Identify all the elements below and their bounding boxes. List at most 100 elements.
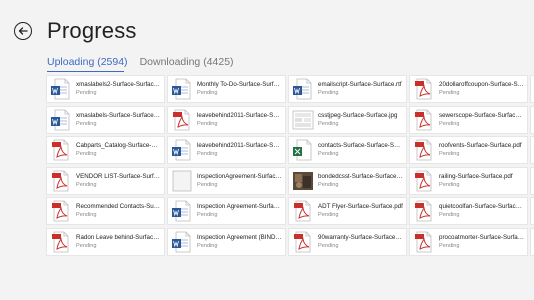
file-status: Pending — [439, 181, 460, 188]
pdf-file-icon — [413, 109, 435, 131]
image-file-icon — [292, 109, 314, 131]
file-tile[interactable]: emailscript-Surface-Surface.rtf Pending — [288, 75, 407, 103]
file-status: Pending — [318, 242, 339, 249]
word-file-icon — [171, 139, 193, 161]
pdf-file-icon — [413, 78, 435, 100]
file-status: Pending — [318, 151, 339, 157]
file-tile[interactable]: contacts-Surface-Surface-Surfac... Pendin… — [288, 136, 407, 164]
photo-file-icon — [292, 170, 314, 192]
file-tile-partial[interactable] — [530, 197, 534, 225]
file-tile[interactable]: VENDOR LIST-Surface-Surface.pdfPending — [46, 166, 165, 195]
file-tile[interactable]: Inspection Agreement-Surface-S... Pending — [167, 197, 286, 225]
file-status: Pending — [76, 212, 97, 218]
file-name: leavebehind2011-Surface-Surfac... — [197, 111, 282, 119]
word-file-icon — [171, 200, 193, 222]
file-status: Pending — [76, 242, 97, 249]
file-name: 20dollaroffcoupon-Surface-Surf... — [439, 81, 524, 88]
back-arrow-icon — [18, 27, 28, 35]
excel-file-icon — [292, 139, 314, 161]
file-status: Pending — [197, 181, 218, 188]
word-file-icon — [50, 78, 72, 100]
word-file-icon — [50, 109, 72, 131]
file-status: Pending — [197, 90, 218, 96]
file-name: quietcoolfan-Surface-Surface.pdf — [439, 203, 524, 210]
file-tile[interactable]: roofvents-Surface-Surface.pdf Pending — [409, 136, 528, 164]
file-tile[interactable]: Recommended Contacts-Surfac... Pending — [46, 197, 165, 225]
file-tile[interactable]: railing-Surface-Surface.pdf Pending — [409, 166, 528, 195]
file-status: Pending — [318, 181, 339, 188]
file-name: Monthly To-Do-Surface-Surface... — [197, 81, 282, 88]
tab-uploading[interactable]: Uploading (2594) — [47, 56, 128, 68]
file-name: emailscript-Surface-Surface.rtf — [318, 81, 402, 88]
file-tile[interactable]: procoatmorter-Surface-Surface.... Pending — [409, 227, 528, 256]
file-name: InspectionAgreement-Surface-S... — [197, 172, 282, 180]
file-status: Pending — [76, 181, 97, 188]
pdf-file-icon — [413, 231, 435, 253]
file-name: procoatmorter-Surface-Surface.... — [439, 233, 524, 241]
file-status: Pending — [76, 151, 97, 157]
file-tile[interactable]: ADT Flyer-Surface-Surface.pdf Pending — [288, 197, 407, 225]
pdf-file-icon — [50, 200, 72, 222]
file-name: VENDOR LIST-Surface-Surface.pdf — [76, 172, 161, 180]
blank-file-icon — [171, 170, 193, 192]
pdf-file-icon — [413, 139, 435, 161]
file-tile[interactable]: leavebehind2011-Surface-Surfac... Pending — [167, 136, 286, 164]
file-status: Pending — [439, 242, 460, 249]
file-name: Recommended Contacts-Surfac... — [76, 203, 161, 210]
file-tile[interactable]: Radon Leave behind-Surface-Su...Pending — [46, 227, 165, 256]
page-title: Progress — [47, 18, 137, 43]
file-status: Pending — [439, 90, 460, 96]
active-tab-indicator — [47, 71, 124, 72]
file-tile[interactable]: bondedcsst-Surface-Surface.jpg Pending — [288, 166, 407, 195]
file-tile-partial[interactable] — [530, 75, 534, 103]
file-tile-partial[interactable] — [530, 166, 534, 195]
pdf-file-icon — [50, 170, 72, 192]
file-name: sewerscope-Surface-Surface.pdf — [439, 111, 524, 119]
file-name: csstjpeg-Surface-Surface.jpg — [318, 111, 398, 119]
file-name: xmaslabels2-Surface-Surface-Su... — [76, 81, 161, 88]
file-name: Inspection Agreement-Surface-S... — [197, 203, 282, 210]
file-tile[interactable]: 90warranty-Surface-Surface.pdf Pending — [288, 227, 407, 256]
file-name: ADT Flyer-Surface-Surface.pdf — [318, 203, 403, 210]
file-tile-partial[interactable] — [530, 136, 534, 164]
pdf-file-icon — [171, 109, 193, 131]
file-tile[interactable]: quietcoolfan-Surface-Surface.pdf Pending — [409, 197, 528, 225]
file-grid: xmaslabels2-Surface-Surface-Su... Pending… — [46, 75, 534, 256]
file-name: Cabparts_Catalog-Surface-Surfa... — [76, 142, 161, 149]
file-tile[interactable]: csstjpeg-Surface-Surface.jpg Pending — [288, 105, 407, 134]
file-name: Inspection Agreement (BINDER)... — [197, 233, 282, 241]
file-status: Pending — [197, 120, 218, 127]
file-tile-partial[interactable] — [530, 227, 534, 256]
file-status: Pending — [197, 212, 218, 218]
file-tile[interactable]: xmaslabels2-Surface-Surface-Su... Pending — [46, 75, 165, 103]
file-name: 90warranty-Surface-Surface.pdf — [318, 233, 403, 241]
file-tile[interactable]: InspectionAgreement-Surface-S... Pending — [167, 166, 286, 195]
file-status: Pending — [318, 90, 339, 96]
word-file-icon — [292, 78, 314, 100]
file-status: Pending — [197, 242, 218, 249]
word-file-icon — [171, 78, 193, 100]
file-status: Pending — [76, 90, 97, 96]
tab-bar: Uploading (2594) Downloading (4425) — [47, 56, 234, 68]
pdf-file-icon — [292, 231, 314, 253]
file-tile[interactable]: Monthly To-Do-Surface-Surface... Pending — [167, 75, 286, 103]
file-name: leavebehind2011-Surface-Surfac... — [197, 142, 282, 149]
file-tile[interactable]: 20dollaroffcoupon-Surface-Surf... Pending — [409, 75, 528, 103]
file-name: xmaslabels-Surface-Surface-Surf... — [76, 111, 161, 119]
file-status: Pending — [439, 212, 460, 218]
file-tile[interactable]: leavebehind2011-Surface-Surfac...Pending — [167, 105, 286, 134]
file-tile[interactable]: Cabparts_Catalog-Surface-Surfa... Pending — [46, 136, 165, 164]
file-name: roofvents-Surface-Surface.pdf — [439, 142, 522, 149]
tab-downloading[interactable]: Downloading (4425) — [140, 56, 234, 68]
file-tile[interactable]: xmaslabels-Surface-Surface-Surf...Pendin… — [46, 105, 165, 134]
file-tile[interactable]: Inspection Agreement (BINDER)... Pending — [167, 227, 286, 256]
file-tile-partial[interactable] — [530, 105, 534, 134]
back-button[interactable] — [14, 22, 32, 40]
file-status: Pending — [318, 120, 339, 127]
file-tile[interactable]: sewerscope-Surface-Surface.pdf Pending — [409, 105, 528, 134]
file-status: Pending — [197, 151, 218, 157]
file-name: contacts-Surface-Surface-Surfac... — [318, 142, 403, 149]
file-name: railing-Surface-Surface.pdf — [439, 172, 513, 180]
file-status: Pending — [439, 151, 460, 157]
file-status: Pending — [318, 212, 339, 218]
